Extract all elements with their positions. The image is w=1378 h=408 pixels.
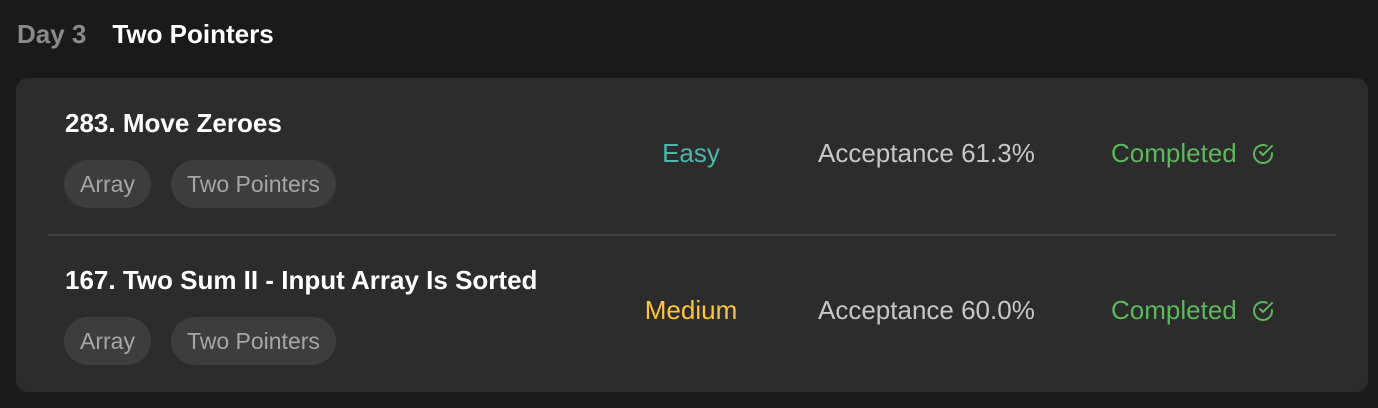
section-title: Two Pointers — [112, 18, 274, 49]
status-label: Completed — [1111, 295, 1237, 325]
status-completed: Completed — [1111, 138, 1275, 169]
difficulty-label: Medium — [644, 295, 738, 325]
tag-pill[interactable]: Two Pointers — [170, 317, 336, 365]
problem-title[interactable]: 283. Move Zeroes — [65, 108, 282, 139]
acceptance-rate: Acceptance 60.0% — [818, 295, 1035, 325]
tag-list: Array Two Pointers — [64, 160, 336, 208]
problem-row[interactable]: 167. Two Sum II - Input Array Is Sorted … — [48, 235, 1336, 391]
status-label: Completed — [1111, 138, 1237, 168]
difficulty-label: Easy — [662, 138, 720, 168]
acceptance-rate: Acceptance 61.3% — [818, 138, 1035, 168]
problem-list-card: 283. Move Zeroes Array Two Pointers Easy… — [16, 78, 1368, 392]
tag-pill[interactable]: Array — [64, 160, 151, 208]
status-completed: Completed — [1111, 295, 1275, 326]
tag-list: Array Two Pointers — [64, 317, 336, 365]
problem-row[interactable]: 283. Move Zeroes Array Two Pointers Easy… — [48, 78, 1336, 236]
day-header: Day 3 Two Pointers — [17, 16, 274, 52]
problem-title[interactable]: 167. Two Sum II - Input Array Is Sorted — [65, 265, 537, 296]
tag-pill[interactable]: Two Pointers — [170, 160, 336, 208]
day-label: Day 3 — [17, 18, 87, 49]
tag-pill[interactable]: Array — [64, 317, 151, 365]
check-circle-icon — [1251, 299, 1275, 323]
check-circle-icon — [1251, 142, 1275, 166]
